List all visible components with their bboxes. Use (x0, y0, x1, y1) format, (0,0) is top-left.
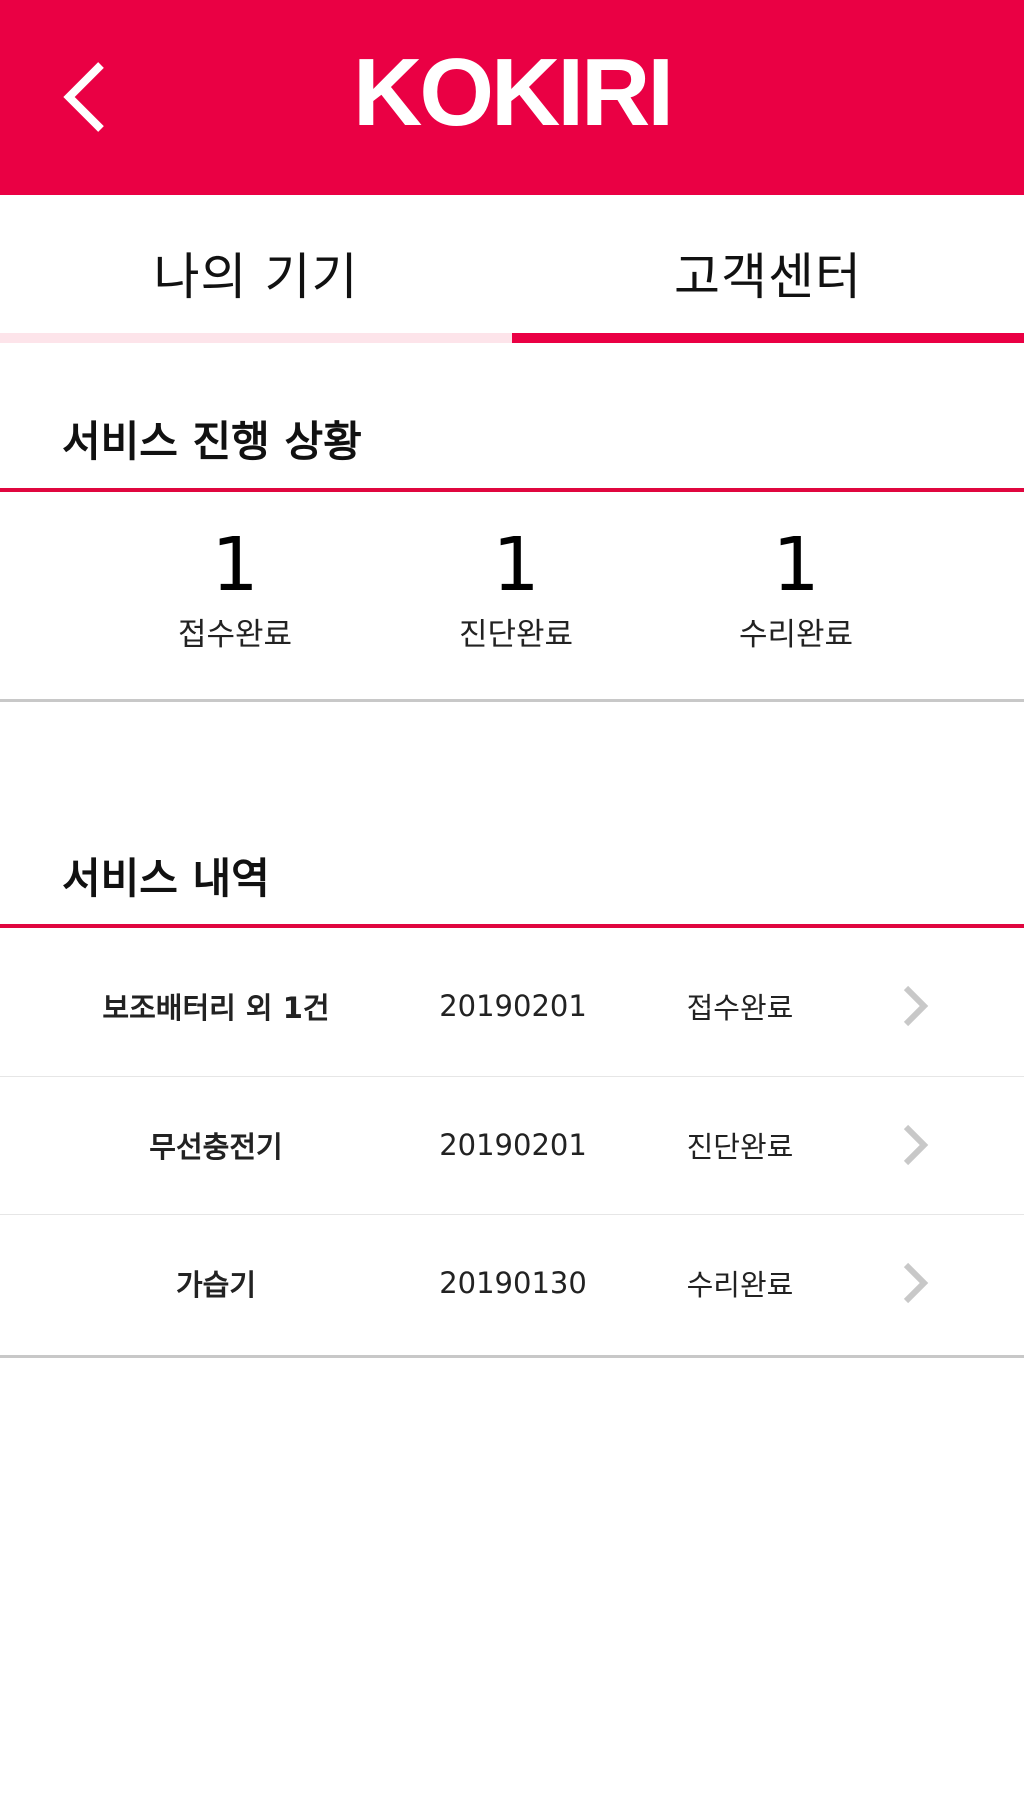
progress-divider (0, 488, 1024, 492)
chevron-right-icon (900, 1121, 930, 1169)
history-divider (0, 924, 1024, 928)
tab-bar: 나의 기기 고객센터 (0, 195, 1024, 343)
progress-title: 서비스 진행 상황 (62, 417, 362, 466)
progress-stats: 1 접수완료 1 진단완료 1 수리완료 (0, 495, 1024, 700)
stat-diagnosed: 1 진단완료 (396, 525, 636, 654)
tab-customer-center[interactable]: 고객센터 (512, 195, 1024, 343)
stat-label: 진단완료 (458, 617, 574, 653)
history-row[interactable]: 무선충전기 20190201 진단완료 (0, 1076, 1024, 1214)
tab-label: 나의 기기 (153, 248, 359, 306)
row-date: 20190201 (439, 989, 587, 1023)
history-title: 서비스 내역 (62, 854, 270, 903)
history-row[interactable]: 가습기 20190130 수리완료 (0, 1214, 1024, 1352)
history-bottom-divider (0, 1355, 1024, 1358)
stat-label: 접수완료 (177, 617, 293, 653)
app-header: KOKIRI (0, 0, 1024, 195)
chevron-left-icon (55, 55, 125, 140)
row-item-name: 무선충전기 (149, 1130, 283, 1164)
row-status: 수리완료 (686, 1268, 794, 1302)
row-status: 진단완료 (686, 1130, 794, 1164)
stat-received: 1 접수완료 (115, 525, 355, 654)
tab-indicator (0, 333, 512, 343)
row-date: 20190201 (439, 1128, 587, 1162)
tab-label: 고객센터 (674, 248, 862, 306)
row-item-name: 보조배터리 외 1건 (102, 991, 330, 1025)
tab-indicator-active (512, 333, 1024, 343)
tab-my-devices[interactable]: 나의 기기 (0, 195, 512, 343)
history-row[interactable]: 보조배터리 외 1건 20190201 접수완료 (0, 937, 1024, 1075)
back-button[interactable] (55, 55, 125, 140)
row-item-name: 가습기 (175, 1268, 257, 1302)
kokiri-logo: KOKIRI (353, 38, 674, 146)
stat-count: 1 (492, 522, 540, 608)
chevron-right-icon (900, 1259, 930, 1307)
stat-label: 수리완료 (738, 617, 854, 653)
stat-count: 1 (211, 522, 259, 608)
stat-count: 1 (772, 522, 820, 608)
row-date: 20190130 (439, 1266, 587, 1300)
row-status: 접수완료 (686, 991, 794, 1025)
stat-repaired: 1 수리완료 (676, 525, 916, 654)
chevron-right-icon (900, 982, 930, 1030)
progress-bottom-divider (0, 699, 1024, 702)
